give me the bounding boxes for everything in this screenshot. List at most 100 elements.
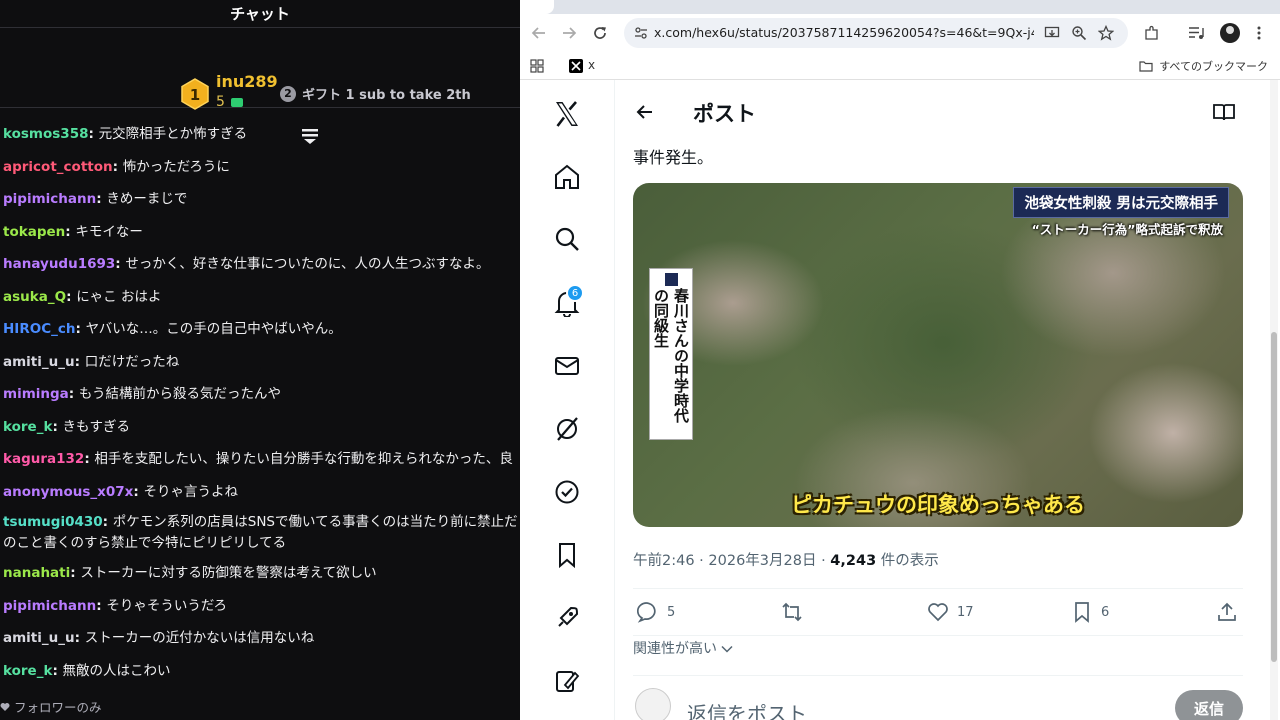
chat-message: amiti_u_u: ストーカーの近付かないは信用ないね [0, 622, 520, 655]
chat-text: ストーカーに対する防御策を警察は考えて欲しい [80, 565, 377, 581]
chat-username[interactable]: amiti_u_u [3, 630, 75, 646]
search-icon[interactable] [553, 225, 581, 253]
media-control-icon[interactable] [1188, 25, 1206, 41]
messages-mail-icon[interactable] [553, 352, 581, 380]
chat-message: kosmos358: 元交際相手とか怖すぎる [0, 118, 520, 151]
bookmark-icon [1075, 602, 1089, 623]
chat-username[interactable]: tokapen [3, 224, 65, 240]
chat-colon: : [96, 191, 107, 207]
user-avatar[interactable] [635, 688, 671, 720]
back-arrow-icon[interactable] [530, 24, 548, 42]
page-scrollbar[interactable] [1270, 80, 1278, 720]
chat-username[interactable]: kosmos358 [3, 126, 88, 142]
chat-message: kore_k: きもすぎる [0, 411, 520, 444]
chat-message: hanayudu1693: せっかく、好きな仕事についたのに、人の人生つぶすなよ… [0, 248, 520, 281]
reply-action[interactable]: 5 [637, 601, 675, 623]
bookmark-action[interactable]: 6 [1071, 601, 1109, 623]
repost-action[interactable] [781, 601, 803, 623]
chat-username[interactable]: HIROC_ch [3, 321, 75, 337]
bookmark-count: 6 [1101, 604, 1110, 620]
chat-message: anonymous_x07x: そりゃ言うよね [0, 476, 520, 509]
url-bar[interactable]: x.com/hex6u/status/2037587114259620054?s… [624, 18, 1128, 48]
chat-header: チャット [0, 0, 520, 28]
chat-colon: : [112, 158, 123, 175]
chat-colon: : [70, 565, 81, 581]
premium-verified-icon[interactable] [553, 478, 581, 506]
forward-arrow-icon[interactable] [560, 24, 578, 42]
gift-next-rank: 2 ギフト 1 sub to take 2th [280, 84, 471, 103]
chat-username[interactable]: kagura132 [3, 451, 84, 467]
x-favicon-icon[interactable] [569, 59, 583, 73]
chat-colon: : [115, 256, 126, 272]
meta-separator: · [821, 553, 826, 569]
more-menu-icon[interactable] [1256, 25, 1262, 41]
folder-icon [1139, 61, 1153, 72]
post-date[interactable]: 2026年3月28日 [708, 553, 816, 569]
site-info-icon[interactable] [634, 26, 648, 40]
chat-message: tokapen: キモイなー [0, 216, 520, 249]
chat-username[interactable]: hanayudu1693 [3, 256, 115, 272]
chat-colon: : [88, 126, 99, 142]
post-meta: 午前2:46 · 2026年3月28日 · 4,243 件の表示 [633, 549, 939, 570]
view-count: 4,243 [830, 553, 877, 569]
reload-icon[interactable] [591, 24, 609, 42]
all-bookmarks[interactable]: すべてのブックマーク [1139, 58, 1268, 74]
chat-username[interactable]: apricot_cotton [3, 159, 113, 175]
install-app-icon[interactable] [1044, 25, 1060, 41]
reader-view-icon[interactable] [1213, 102, 1235, 122]
chat-username[interactable]: anonymous_x07x [3, 484, 133, 500]
chat-username[interactable]: pipimichann [3, 598, 96, 614]
sort-replies-dropdown[interactable]: 関連性が高い [633, 638, 733, 658]
post-time[interactable]: 午前2:46 [633, 553, 695, 569]
chat-username[interactable]: amiti_u_u [3, 354, 75, 370]
post-media-video[interactable]: 池袋女性刺殺 男は元交際相手 “ストーカー行為”略式起訴で釈放 春川さんの中学時… [633, 183, 1243, 527]
bookmark-x-label[interactable]: x [588, 58, 595, 72]
chat-username[interactable]: asuka_Q [3, 289, 66, 305]
reply-button[interactable]: 返信 [1175, 690, 1243, 720]
extensions-icon[interactable] [1144, 25, 1160, 41]
compose-icon[interactable] [553, 667, 581, 695]
chat-username[interactable]: tsumugi0430 [3, 514, 103, 530]
share-icon [1218, 602, 1236, 621]
heart-icon [0, 702, 10, 711]
gift-leaderboard: 1 inu289 5 2 ギフト 1 sub to take 2th [0, 28, 520, 144]
chat-message: amiti_u_u: 口だけだったね [0, 346, 520, 379]
chat-username[interactable]: nanahati [3, 565, 70, 581]
reply-input[interactable]: 返信をポスト [687, 698, 807, 720]
bookmarks-icon[interactable] [553, 541, 581, 569]
grok-icon[interactable] [553, 415, 581, 443]
address-bar-row: x.com/hex6u/status/2037587114259620054?s… [520, 14, 1280, 52]
chat-username[interactable]: miminga [3, 386, 69, 402]
news-logo-icon [664, 273, 678, 286]
chat-username[interactable]: kore_k [3, 663, 52, 679]
meta-separator: · [699, 553, 704, 569]
zoom-icon[interactable] [1071, 25, 1087, 41]
chat-colon: : [84, 451, 95, 467]
chat-mode-text: フォロワーのみ [14, 700, 102, 715]
chat-colon: : [65, 223, 76, 240]
chat-message: miminga: もう結構前から殺る気だったんや [0, 378, 520, 411]
chat-message-list: kosmos358: 元交際相手とか怖すぎる apricot_cotton: 怖か… [0, 118, 520, 687]
rocket-icon[interactable] [553, 604, 581, 632]
profile-avatar[interactable] [1220, 23, 1240, 43]
active-tab[interactable] [520, 0, 554, 14]
star-icon[interactable] [1098, 25, 1114, 41]
chat-colon: : [74, 630, 85, 646]
like-action[interactable]: 17 [927, 601, 974, 623]
share-action[interactable] [1216, 601, 1238, 623]
all-bookmarks-label: すべてのブックマーク [1159, 60, 1268, 73]
gift-top-user[interactable]: inu289 [216, 72, 278, 91]
back-icon[interactable] [635, 102, 655, 122]
chat-message: pipimichann: きめーまじで [0, 183, 520, 216]
scrollbar-thumb[interactable] [1271, 332, 1277, 662]
x-logo-icon[interactable] [553, 100, 581, 128]
chat-username[interactable]: kore_k [3, 419, 52, 435]
apps-grid-icon[interactable] [530, 59, 544, 73]
chat-username[interactable]: pipimichann [3, 191, 96, 207]
reply-icon [637, 602, 656, 623]
gift-count-value: 5 [216, 94, 225, 110]
url-text: x.com/hex6u/status/2037587114259620054?s… [654, 25, 1034, 40]
repost-icon [782, 602, 802, 622]
home-icon[interactable] [553, 163, 581, 191]
chat-colon: : [68, 386, 79, 402]
